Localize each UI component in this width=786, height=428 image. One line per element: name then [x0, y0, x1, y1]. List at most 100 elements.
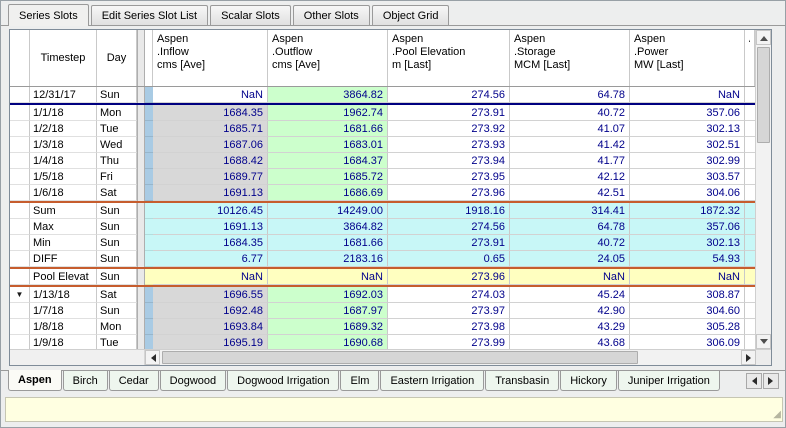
value-cell[interactable]: 1687.97 [268, 303, 388, 319]
value-cell[interactable]: 40.72 [510, 235, 630, 251]
value-cell[interactable]: 6.77 [153, 251, 268, 267]
value-cell-partial[interactable] [745, 137, 755, 153]
value-cell[interactable]: 2183.16 [268, 251, 388, 267]
scroll-down-button[interactable] [756, 334, 771, 349]
slot-column-header[interactable]: Aspen.Pool Elevationm [Last] [388, 30, 510, 86]
object-tab-hickory[interactable]: Hickory [560, 371, 617, 391]
value-cell-partial[interactable] [745, 153, 755, 169]
day-cell[interactable]: Sun [97, 269, 137, 285]
tab-scroll-left-button[interactable] [746, 373, 762, 389]
value-cell[interactable]: 273.96 [388, 269, 510, 285]
day-cell[interactable]: Sat [97, 185, 137, 201]
value-cell-partial[interactable] [745, 251, 755, 267]
value-cell[interactable]: 54.93 [630, 251, 745, 267]
value-cell[interactable]: 273.95 [388, 169, 510, 185]
value-cell[interactable]: 1684.37 [268, 153, 388, 169]
day-cell[interactable]: Mon [97, 105, 137, 121]
value-cell[interactable]: 273.93 [388, 137, 510, 153]
day-cell[interactable]: Sun [97, 235, 137, 251]
value-cell[interactable]: 42.51 [510, 185, 630, 201]
value-cell[interactable]: 1918.16 [388, 203, 510, 219]
value-cell[interactable]: 274.03 [388, 287, 510, 303]
object-tab-aspen[interactable]: Aspen [8, 370, 62, 391]
slot-column-header[interactable]: Aspen.Outflowcms [Ave] [268, 30, 388, 86]
value-cell[interactable]: NaN [153, 87, 268, 103]
value-cell[interactable]: 3864.82 [268, 87, 388, 103]
top-tab-scalar-slots[interactable]: Scalar Slots [210, 5, 291, 25]
timestep-cell[interactable]: Min [30, 235, 97, 251]
slot-column-header[interactable]: Aspen.PowerMW [Last] [630, 30, 745, 86]
top-tab-edit-series-slot-list[interactable]: Edit Series Slot List [91, 5, 208, 25]
value-cell[interactable]: 1685.72 [268, 169, 388, 185]
day-cell[interactable]: Tue [97, 335, 137, 349]
value-cell[interactable]: 273.94 [388, 153, 510, 169]
timestep-cell[interactable]: 1/13/18 [30, 287, 97, 303]
value-cell[interactable]: 41.07 [510, 121, 630, 137]
value-cell[interactable]: 302.99 [630, 153, 745, 169]
timestep-column-header[interactable]: Timestep [30, 30, 97, 86]
top-tab-other-slots[interactable]: Other Slots [293, 5, 370, 25]
timestep-cell[interactable]: Sum [30, 203, 97, 219]
horizontal-scrollbar[interactable] [145, 350, 756, 365]
value-cell[interactable]: 1689.77 [153, 169, 268, 185]
value-cell-partial[interactable] [745, 303, 755, 319]
timestep-cell[interactable]: 12/31/17 [30, 87, 97, 103]
value-cell[interactable]: 1683.01 [268, 137, 388, 153]
object-tab-cedar[interactable]: Cedar [109, 371, 159, 391]
row-expand-marker[interactable]: ▼ [10, 287, 30, 303]
value-cell[interactable]: NaN [268, 269, 388, 285]
timestep-cell[interactable]: 1/3/18 [30, 137, 97, 153]
object-tab-elm[interactable]: Elm [340, 371, 379, 391]
vertical-scrollbar[interactable] [755, 30, 771, 349]
value-cell[interactable]: 41.42 [510, 137, 630, 153]
value-cell-partial[interactable] [745, 185, 755, 201]
day-cell[interactable]: Fri [97, 169, 137, 185]
value-cell-partial[interactable] [745, 287, 755, 303]
day-cell[interactable]: Sun [97, 203, 137, 219]
timestep-cell[interactable]: 1/5/18 [30, 169, 97, 185]
value-cell[interactable]: 1690.68 [268, 335, 388, 349]
value-cell[interactable]: 305.28 [630, 319, 745, 335]
value-cell[interactable]: 1686.69 [268, 185, 388, 201]
value-cell[interactable]: 274.56 [388, 219, 510, 235]
slot-column-header[interactable]: A [745, 30, 755, 86]
value-cell[interactable]: 1688.42 [153, 153, 268, 169]
value-cell[interactable]: 273.96 [388, 185, 510, 201]
value-cell[interactable]: 1684.35 [153, 105, 268, 121]
scroll-up-button[interactable] [756, 30, 771, 45]
value-cell[interactable]: 1693.84 [153, 319, 268, 335]
day-cell[interactable]: Sun [97, 87, 137, 103]
value-cell[interactable]: 1687.06 [153, 137, 268, 153]
value-cell[interactable]: 1681.66 [268, 235, 388, 251]
day-cell[interactable]: Thu [97, 153, 137, 169]
value-cell[interactable]: 308.87 [630, 287, 745, 303]
value-cell[interactable]: 1692.48 [153, 303, 268, 319]
value-cell[interactable]: 314.41 [510, 203, 630, 219]
value-cell[interactable]: 1691.13 [153, 219, 268, 235]
horizontal-scroll-thumb[interactable] [162, 351, 638, 364]
value-cell[interactable]: NaN [630, 269, 745, 285]
scroll-left-button[interactable] [145, 350, 160, 365]
value-cell[interactable]: 304.06 [630, 185, 745, 201]
value-cell[interactable]: 1872.32 [630, 203, 745, 219]
horizontal-scroll-track[interactable] [160, 350, 741, 365]
value-cell[interactable]: 64.78 [510, 219, 630, 235]
value-cell[interactable]: 24.05 [510, 251, 630, 267]
value-cell-partial[interactable] [745, 269, 755, 285]
value-cell-partial[interactable] [745, 121, 755, 137]
value-cell[interactable]: 1691.13 [153, 185, 268, 201]
object-tab-dogwood[interactable]: Dogwood [160, 371, 226, 391]
timestep-cell[interactable]: 1/1/18 [30, 105, 97, 121]
timestep-cell[interactable]: 1/8/18 [30, 319, 97, 335]
scroll-right-button[interactable] [741, 350, 756, 365]
value-cell[interactable]: NaN [630, 87, 745, 103]
value-cell[interactable]: 14249.00 [268, 203, 388, 219]
value-cell[interactable]: 302.13 [630, 121, 745, 137]
value-cell[interactable]: 1684.35 [153, 235, 268, 251]
value-cell[interactable]: 42.90 [510, 303, 630, 319]
resize-grip[interactable]: ◢ [773, 410, 781, 420]
day-cell[interactable]: Sun [97, 303, 137, 319]
value-cell[interactable]: 357.06 [630, 105, 745, 121]
value-cell[interactable]: 302.13 [630, 235, 745, 251]
tab-scroll-right-button[interactable] [763, 373, 779, 389]
